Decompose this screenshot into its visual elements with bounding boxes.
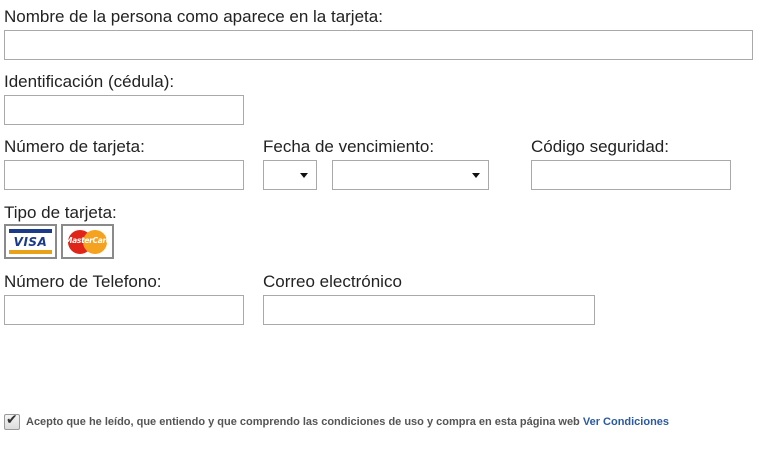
name-input[interactable] — [4, 30, 753, 60]
visa-card-option[interactable]: VISA — [4, 224, 57, 259]
email-input[interactable] — [263, 295, 595, 325]
expiry-year-select[interactable] — [332, 160, 489, 190]
terms-text-wrapper: Acepto que he leído, que entiendo y que … — [26, 416, 669, 428]
phone-input[interactable] — [4, 295, 244, 325]
phone-label: Número de Telefono: — [4, 272, 162, 291]
mastercard-icon: MasterCard — [65, 228, 111, 255]
visa-label: VISA — [13, 235, 48, 249]
name-label: Nombre de la persona como aparece en la … — [4, 7, 383, 26]
email-label: Correo electrónico — [263, 272, 402, 291]
security-code-input[interactable] — [531, 160, 731, 190]
chevron-down-icon — [472, 173, 480, 178]
card-type-label: Tipo de tarjeta: — [4, 203, 117, 222]
id-input[interactable] — [4, 95, 244, 125]
security-code-label: Código seguridad: — [531, 137, 669, 156]
terms-text: Acepto que he leído, que entiendo y que … — [26, 416, 580, 428]
checkmark-icon: ✔ — [6, 412, 18, 428]
chevron-down-icon — [300, 173, 308, 178]
id-label: Identificación (cédula): — [4, 72, 175, 91]
expiry-label: Fecha de vencimiento: — [263, 137, 435, 156]
terms-checkbox[interactable]: ✔ — [4, 412, 20, 430]
expiry-month-select[interactable] — [263, 160, 317, 190]
mastercard-label: MasterCard — [65, 236, 111, 245]
card-number-label: Número de tarjeta: — [4, 137, 145, 156]
mastercard-option[interactable]: MasterCard — [61, 224, 114, 259]
terms-link[interactable]: Ver Condiciones — [583, 416, 669, 428]
card-number-input[interactable] — [4, 160, 244, 190]
visa-card-icon: VISA — [9, 229, 52, 254]
